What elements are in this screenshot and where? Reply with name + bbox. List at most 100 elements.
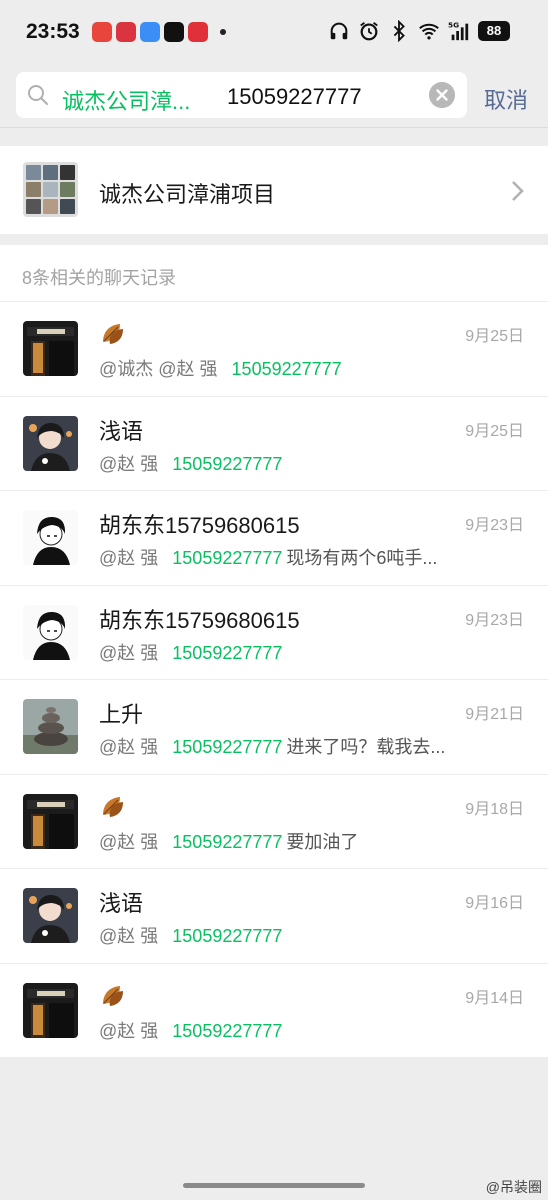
anime-boy-color-avatar (23, 888, 78, 943)
record-rest-text: 要加油了 (286, 831, 359, 852)
record-sender: 胡东东15759680615 (99, 603, 300, 635)
record-mentions: @赵 强 (99, 831, 159, 852)
record-snippet: @赵 强 15059227777 (99, 639, 286, 665)
anime-boy-bw-avatar (23, 510, 78, 565)
search-query-text[interactable]: 15059227777 (227, 84, 362, 110)
chat-record-row[interactable]: 9月25日 @诚杰 @赵 强 15059227777 (0, 302, 548, 397)
record-sender (99, 319, 125, 346)
record-sender-name: 浅语 (99, 891, 144, 916)
record-sender: 上升 (99, 697, 143, 729)
records-count-header: 8条相关的聊天记录 (0, 245, 548, 302)
record-snippet: @赵 强 15059227777 (99, 450, 286, 476)
cancel-button[interactable]: 取消 (484, 83, 528, 115)
record-mentions: @赵 强 (99, 1020, 159, 1041)
chat-record-row[interactable]: 浅语 9月25日 @赵 强 15059227777 (0, 397, 548, 491)
news-app-icon (116, 22, 136, 42)
record-date: 9月25日 (465, 422, 524, 440)
notification-app-icons (92, 22, 226, 42)
search-icon (28, 85, 48, 105)
record-sender: 浅语 (99, 414, 143, 446)
record-mentions: @赵 强 (99, 926, 159, 946)
chat-record-row[interactable]: 9月14日 @赵 强 15059227777 (0, 964, 548, 1059)
record-highlight: 15059227777 (172, 926, 283, 946)
record-date: 9月18日 (465, 800, 524, 818)
record-date: 9月23日 (465, 517, 524, 534)
chat-record-row[interactable]: 上升 9月21日 @赵 强 15059227777 进来了吗？载我去... (0, 680, 548, 775)
record-highlight: 15059227777 (172, 453, 283, 474)
search-input[interactable]: 诚杰公司漳... 15059227777 (16, 72, 467, 118)
record-sender-name: 胡东东15759680615 (99, 513, 300, 538)
record-highlight: 15059227777 (172, 737, 283, 757)
record-rest-text: 现场有两个6吨手... (286, 548, 438, 568)
group-result-row[interactable]: 诚杰公司漳浦项目 (0, 146, 548, 234)
clear-icon[interactable] (429, 82, 455, 108)
leaf-icon (103, 796, 123, 817)
record-mentions: @诚杰 @赵 强 (99, 359, 218, 379)
stones-avatar (23, 699, 78, 754)
records-list: 9月25日 @诚杰 @赵 强 15059227777 浅语 9月25日 @赵 强 15059… (0, 302, 548, 1058)
tiktok-icon (164, 22, 184, 42)
record-snippet: @赵 强 15059227777 (99, 1017, 286, 1043)
status-indicators: 5G 88 (328, 20, 510, 42)
anime-boy-bw-avatar (23, 604, 78, 660)
shop-avatar (23, 793, 78, 849)
chevron-right-icon (512, 181, 524, 201)
record-date: 9月25日 (465, 328, 524, 345)
record-rest-text: 进来了吗？载我去... (286, 737, 446, 757)
record-highlight: 15059227777 (172, 1020, 283, 1041)
chat-record-row[interactable]: 9月18日 @赵 强 15059227777 要加油了 (0, 775, 548, 869)
chat-record-row[interactable]: 胡东东15759680615 9月23日 @赵 强 15059227777 现场有两个6… (0, 491, 548, 586)
status-bar: 23:53 5G 88 (0, 0, 548, 66)
more-notifications-dot (220, 29, 226, 35)
battery-indicator: 88 (478, 21, 510, 41)
signal-icon: 5G (448, 20, 469, 41)
record-sender-name: 浅语 (99, 418, 144, 444)
record-highlight: 15059227777 (172, 831, 283, 852)
headphones-icon (330, 22, 348, 40)
music-app-icon (188, 22, 208, 42)
record-snippet: @赵 强 15059227777 进来了吗？载我去... (99, 733, 445, 759)
chat-record-row[interactable]: 浅语 9月16日 @赵 强 15059227777 (0, 869, 548, 964)
record-mentions: @赵 强 (99, 737, 159, 757)
alarm-icon (360, 22, 378, 41)
record-date: 9月23日 (465, 611, 524, 629)
cloud-app-icon (140, 22, 160, 42)
shop-avatar (23, 982, 78, 1038)
search-header: 诚杰公司漳... 15059227777 取消 (0, 66, 548, 128)
search-scope-tag[interactable]: 诚杰公司漳... (62, 84, 190, 116)
anime-boy-color-avatar (23, 415, 78, 471)
record-date: 9月21日 (465, 706, 524, 723)
record-highlight: 15059227777 (231, 359, 342, 379)
record-snippet: @诚杰 @赵 强 15059227777 (99, 355, 346, 381)
record-highlight: 15059227777 (172, 642, 283, 663)
record-highlight: 15059227777 (172, 548, 283, 568)
record-sender (99, 792, 125, 819)
chat-record-row[interactable]: 胡东东15759680615 9月23日 @赵 强 15059227777 (0, 586, 548, 680)
chat-records-section: 8条相关的聊天记录 9月25日 @诚杰 @赵 强 15059227777 浅语 9月25… (0, 245, 548, 1057)
record-sender (99, 981, 125, 1008)
leaf-icon (103, 985, 123, 1006)
group-avatar (23, 162, 78, 217)
record-sender-name: 胡东东15759680615 (99, 607, 300, 633)
group-name: 诚杰公司漳浦项目 (99, 182, 276, 207)
record-mentions: @赵 强 (99, 453, 159, 474)
record-snippet: @赵 强 15059227777 要加油了 (99, 828, 358, 854)
record-snippet: @赵 强 15059227777 现场有两个6吨手... (99, 544, 437, 570)
home-indicator[interactable] (183, 1183, 365, 1188)
record-snippet: @赵 强 15059227777 (99, 922, 286, 948)
record-date: 9月14日 (465, 989, 524, 1007)
record-sender: 浅语 (99, 886, 143, 918)
record-date: 9月16日 (465, 895, 524, 912)
video-app-icon (92, 22, 112, 42)
status-time: 23:53 (26, 20, 80, 43)
shop-avatar (23, 321, 78, 376)
leaf-icon (103, 324, 123, 345)
record-mentions: @赵 强 (99, 548, 159, 568)
record-mentions: @赵 强 (99, 642, 159, 663)
bluetooth-icon (393, 20, 405, 42)
record-sender-name: 上升 (99, 702, 144, 727)
svg-text:5G: 5G (448, 20, 459, 29)
record-sender: 胡东东15759680615 (99, 508, 300, 540)
wifi-icon (419, 23, 439, 40)
watermark: @吊装圈 (485, 1179, 542, 1195)
